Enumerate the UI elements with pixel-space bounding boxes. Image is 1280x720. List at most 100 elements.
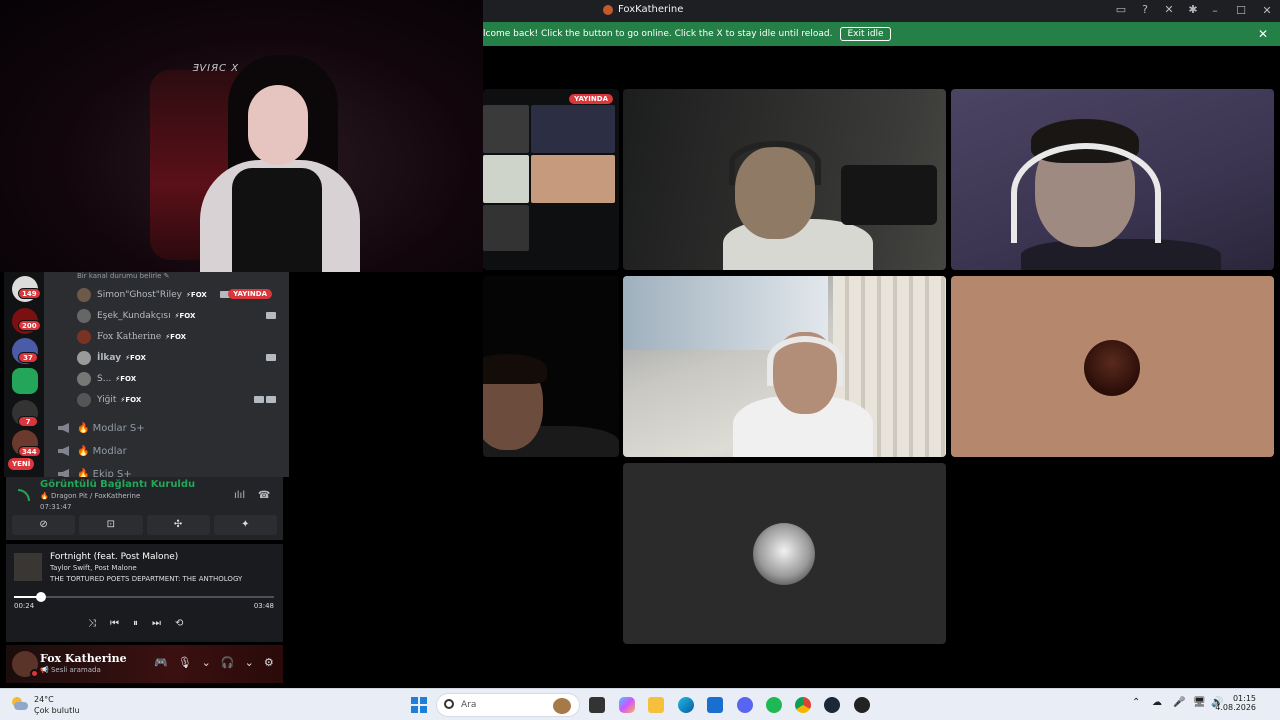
voice-connection-panel: Görüntülü Bağlantı Kuruldu 🔥 Dragon Pit … [6, 477, 283, 540]
song-album[interactable]: THE TORTURED POETS DEPARTMENT: THE ANTHO… [50, 575, 242, 583]
progress-track[interactable] [14, 592, 274, 602]
progress-knob[interactable] [36, 592, 47, 602]
search-placeholder: Ara [461, 700, 477, 710]
chrome-icon[interactable] [795, 697, 811, 713]
minimize-button[interactable]: – [1202, 0, 1228, 22]
user-tag: ⚡FOX [120, 396, 142, 404]
settings-gear-icon[interactable]: ⚙ [264, 656, 274, 669]
clock-time: 01:15 [1232, 694, 1256, 703]
user-tag: ⚡FOX [115, 375, 137, 383]
user-avatar[interactable] [12, 651, 39, 678]
call-duration: 07:31:47 [40, 503, 72, 511]
speaker-icon [58, 469, 69, 477]
copilot-icon[interactable] [619, 697, 635, 713]
show-hidden-icons[interactable]: ⌃ [1132, 697, 1140, 708]
participant-avatar [753, 523, 815, 585]
previous-icon[interactable]: ⏮ [110, 618, 119, 629]
avatar-tile[interactable] [623, 463, 946, 644]
bug-icon[interactable]: ✱ [1186, 3, 1200, 17]
microphone-tray-icon[interactable]: 🎤 [1173, 697, 1185, 708]
soundboard-button[interactable]: ✦ [213, 515, 277, 535]
screen-share-button[interactable]: ⊡ [79, 515, 143, 535]
user-tag: ⚡FOX [165, 333, 187, 341]
microphone-icon[interactable]: 🎙 [178, 656, 192, 669]
user-name: Eşek_Kundakçısı [97, 311, 171, 321]
voice-user[interactable]: Simon"Ghost"Riley ⚡FOX YAYINDA [77, 285, 282, 305]
video-tile[interactable] [623, 276, 946, 457]
search-highlight-icon [553, 698, 571, 714]
system-clock[interactable]: 01:15 4.08.2026 [1215, 694, 1256, 712]
next-icon[interactable]: ⏭ [152, 618, 161, 629]
steam-icon[interactable] [824, 697, 840, 713]
game-icon[interactable]: 🎮 [154, 656, 168, 669]
activities-button[interactable]: ✣ [146, 515, 210, 535]
song-artist[interactable]: Taylor Swift, Post Malone [50, 564, 137, 572]
weather-description[interactable]: Çok bulutlu [34, 706, 80, 715]
headphones-icon[interactable]: 🎧 [221, 656, 235, 669]
inbox-icon[interactable]: ▭ [1114, 3, 1128, 17]
voice-user[interactable]: S... ⚡FOX [77, 369, 282, 389]
close-window-button[interactable]: ✕ [1254, 0, 1280, 22]
audio-options-icon[interactable]: ⌄ [245, 656, 254, 669]
voice-channel[interactable]: 🔥 Ekip S+ [58, 464, 132, 477]
voice-user[interactable]: Eşek_Kundakçısı ⚡FOX [77, 306, 282, 326]
stream-preview-cell [483, 205, 529, 251]
voice-user[interactable]: İlkay ⚡FOX [77, 348, 282, 368]
avatar-tile[interactable] [951, 276, 1274, 457]
video-tile[interactable] [623, 89, 946, 270]
video-tile[interactable] [483, 276, 619, 457]
stream-tile[interactable]: YAYINDA [483, 89, 619, 270]
weather-temperature[interactable]: 24°C [34, 695, 54, 704]
voice-channel-path[interactable]: 🔥 Dragon Pit / FoxKatherine [40, 492, 140, 500]
voice-status-title[interactable]: Görüntülü Bağlantı Kuruldu [40, 479, 195, 490]
disconnect-icon[interactable]: ☎ [258, 490, 270, 501]
user-avatar [77, 351, 91, 365]
server-badge-5: 7 [18, 416, 38, 427]
server-icon-4[interactable] [12, 368, 38, 394]
noise-suppression-icon[interactable]: ılıl [234, 490, 245, 501]
server-list: 149 200 37 7 344 YENİ [4, 272, 44, 477]
start-button[interactable] [411, 697, 427, 713]
network-icon[interactable]: 🖥 [1193, 697, 1206, 708]
participant-hair [483, 354, 547, 384]
help-icon[interactable]: ? [1138, 3, 1152, 17]
maximize-button[interactable]: ☐ [1228, 0, 1254, 22]
current-user-name[interactable]: Fox Katherine [40, 652, 127, 665]
mic-options-icon[interactable]: ⌄ [202, 656, 211, 669]
voice-user[interactable]: Fox Katherine ⚡FOX [77, 327, 282, 347]
set-channel-status[interactable]: Bir kanal durumu belirle ✎ [77, 272, 170, 280]
speaker-icon [58, 446, 69, 456]
camera-off-button[interactable]: ⊘ [12, 515, 76, 535]
voice-channel[interactable]: 🔥 Modlar [58, 441, 127, 461]
weather-icon[interactable] [10, 696, 28, 712]
video-tile[interactable] [951, 89, 1274, 270]
discord-icon[interactable] [737, 697, 753, 713]
search-icon [444, 699, 454, 709]
shuffle-icon[interactable]: ⤨ [88, 618, 96, 629]
stream-live-badge: YAYINDA [569, 94, 613, 104]
voice-user[interactable]: Yiğit ⚡FOX [77, 390, 282, 410]
headset-icon [1011, 143, 1161, 243]
participant-body [1021, 239, 1221, 270]
pause-icon[interactable]: ⏸ [133, 618, 138, 629]
spotify-icon[interactable] [766, 697, 782, 713]
signal-icon[interactable] [18, 489, 30, 501]
user-avatar [77, 372, 91, 386]
onedrive-icon[interactable]: ☁ [1152, 697, 1162, 708]
playback-controls: ⤨ ⏮ ⏸ ⏭ ⟲ [88, 618, 183, 629]
store-icon[interactable] [707, 697, 723, 713]
total-time: 03:48 [253, 602, 274, 610]
taskbar-search[interactable]: Ara [436, 693, 580, 717]
exit-idle-button[interactable]: Exit idle [840, 27, 891, 41]
tools-icon[interactable]: ✕ [1162, 3, 1176, 17]
voice-channel[interactable]: 🔥 Modlar S+ [58, 418, 145, 438]
edge-browser-icon[interactable] [678, 697, 694, 713]
notice-close-icon[interactable]: ✕ [1258, 27, 1268, 41]
song-title[interactable]: Fortnight (feat. Post Malone) [50, 552, 178, 562]
task-view-icon[interactable] [589, 697, 605, 713]
file-explorer-icon[interactable] [648, 697, 664, 713]
obs-icon[interactable] [854, 697, 870, 713]
repeat-icon[interactable]: ⟲ [175, 618, 183, 629]
user-avatar [77, 309, 91, 323]
windows-taskbar: 24°C Çok bulutlu Ara ⌃ ☁ 🎤 🖥 🔊 01:15 4.0… [0, 688, 1280, 720]
